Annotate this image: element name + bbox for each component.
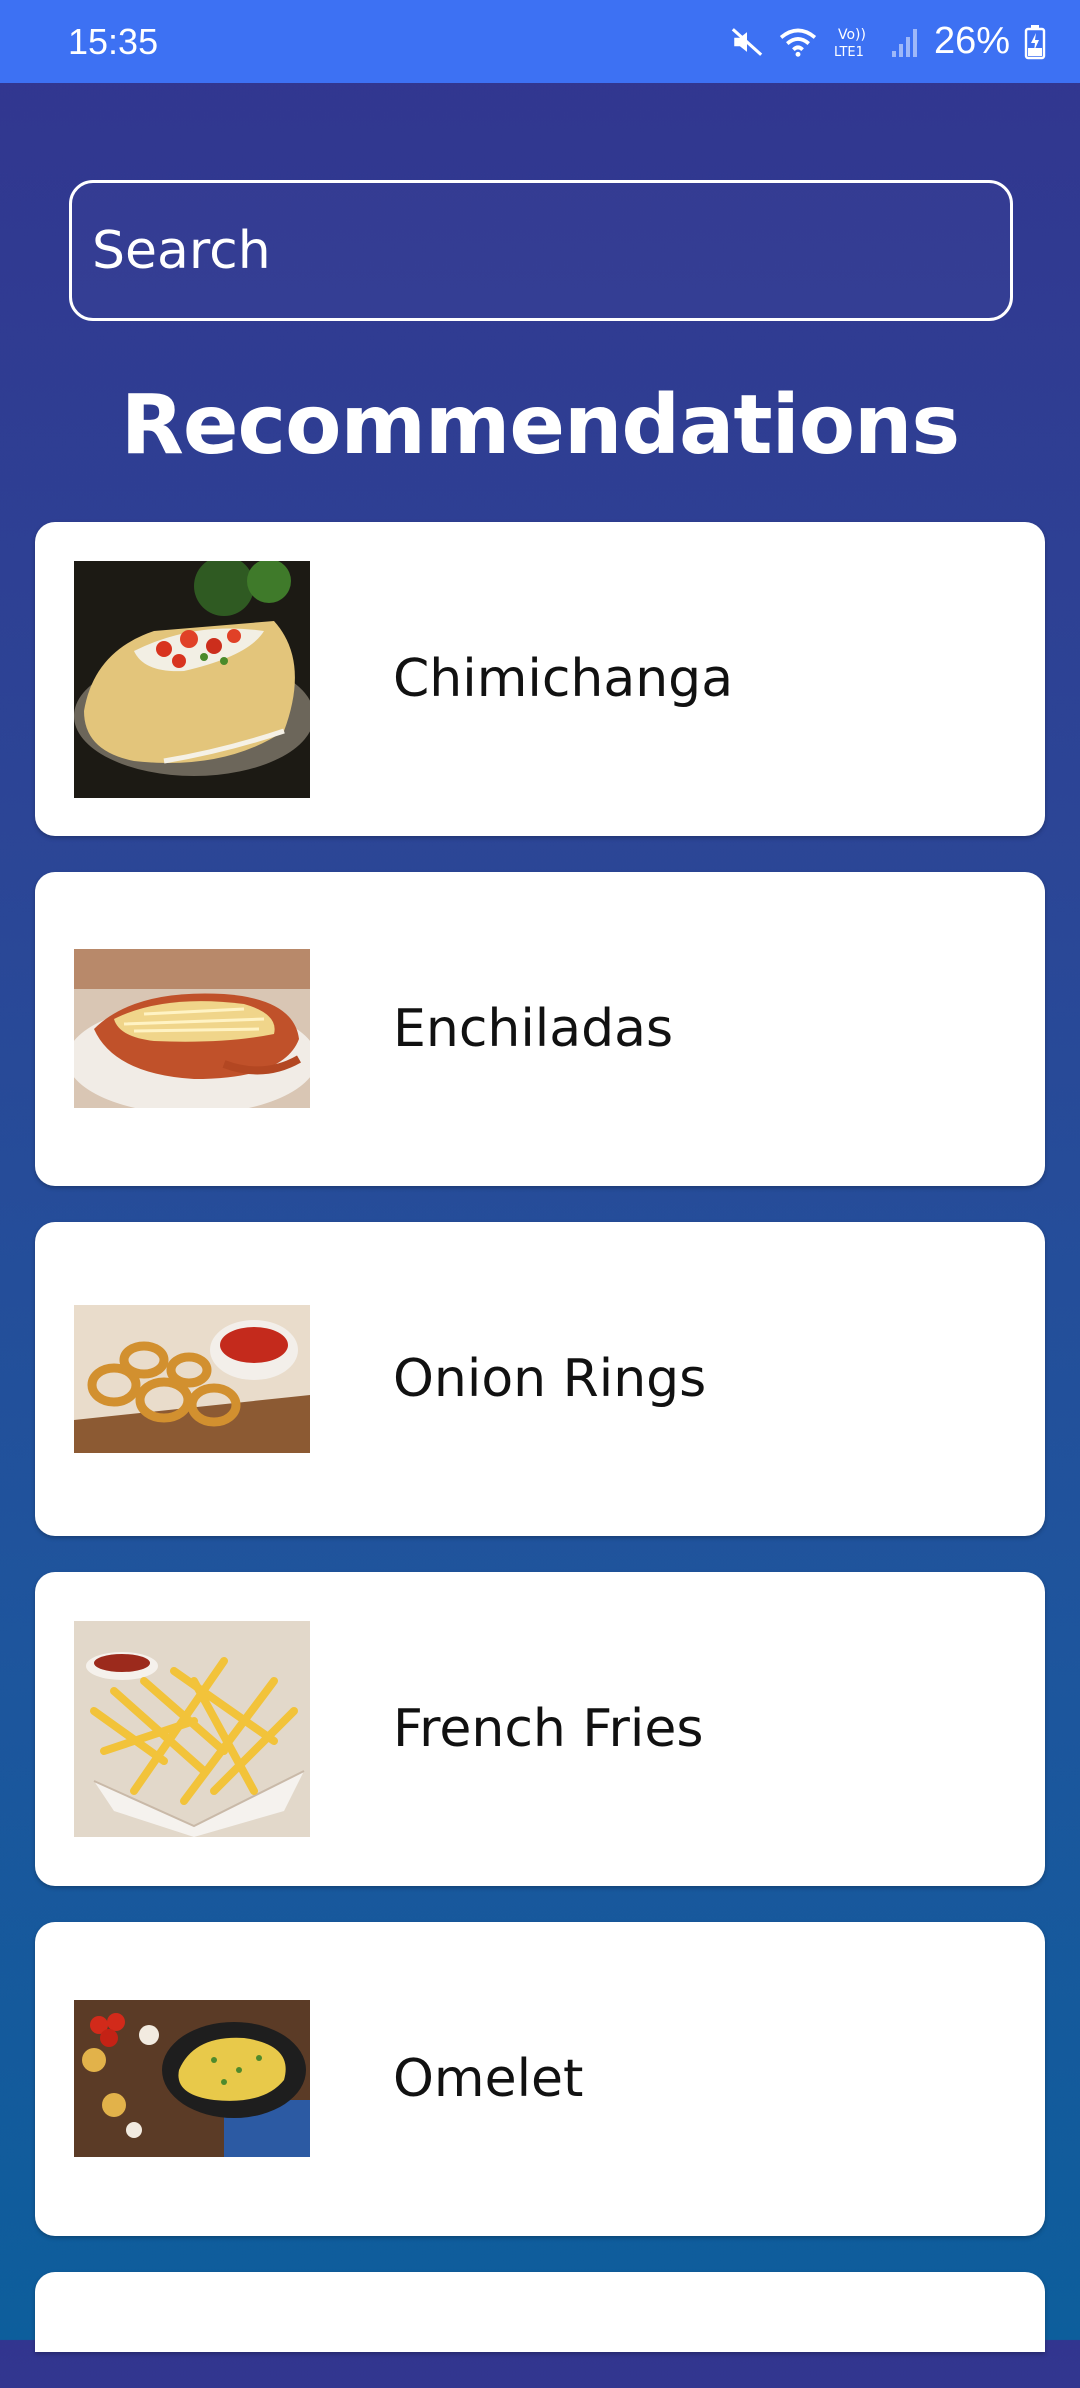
list-item[interactable]: Onion Rings bbox=[35, 1222, 1045, 1536]
status-bar: 15:35 Vo)) LTE1 26% bbox=[0, 0, 1080, 83]
enchiladas-image bbox=[74, 949, 310, 1108]
list-item[interactable]: French Fries bbox=[35, 1572, 1045, 1886]
item-label: Onion Rings bbox=[393, 1349, 707, 1409]
status-icons: Vo)) LTE1 26% bbox=[730, 20, 1046, 63]
onion-rings-image bbox=[74, 1305, 310, 1453]
chimichanga-image bbox=[74, 561, 310, 798]
volte-lte-icon: Vo)) LTE1 bbox=[832, 24, 876, 60]
french-fries-image bbox=[74, 1621, 310, 1837]
battery-charging-icon bbox=[1024, 24, 1046, 60]
status-time: 15:35 bbox=[68, 20, 159, 62]
signal-icon bbox=[890, 25, 920, 59]
item-label: Chimichanga bbox=[393, 649, 734, 709]
page-title: Recommendations bbox=[120, 378, 960, 473]
search-input[interactable] bbox=[90, 219, 1010, 282]
mute-icon bbox=[730, 25, 764, 59]
list-item[interactable]: Enchiladas bbox=[35, 872, 1045, 1186]
svg-text:LTE1: LTE1 bbox=[834, 45, 864, 60]
recommendation-list: Chimichanga Enchiladas Onion Rings Frenc… bbox=[35, 522, 1045, 2388]
list-item[interactable]: Omelet bbox=[35, 1922, 1045, 2236]
wifi-icon bbox=[778, 25, 818, 59]
search-field[interactable] bbox=[69, 180, 1013, 321]
battery-percent: 26% bbox=[933, 20, 1010, 62]
omelet-image bbox=[74, 2000, 310, 2157]
item-label: Omelet bbox=[393, 2049, 584, 2109]
list-item-partial[interactable] bbox=[35, 2272, 1045, 2352]
item-label: Enchiladas bbox=[393, 999, 674, 1059]
svg-text:Vo)): Vo)) bbox=[838, 27, 866, 43]
item-label: French Fries bbox=[393, 1699, 704, 1759]
list-item[interactable]: Chimichanga bbox=[35, 522, 1045, 836]
